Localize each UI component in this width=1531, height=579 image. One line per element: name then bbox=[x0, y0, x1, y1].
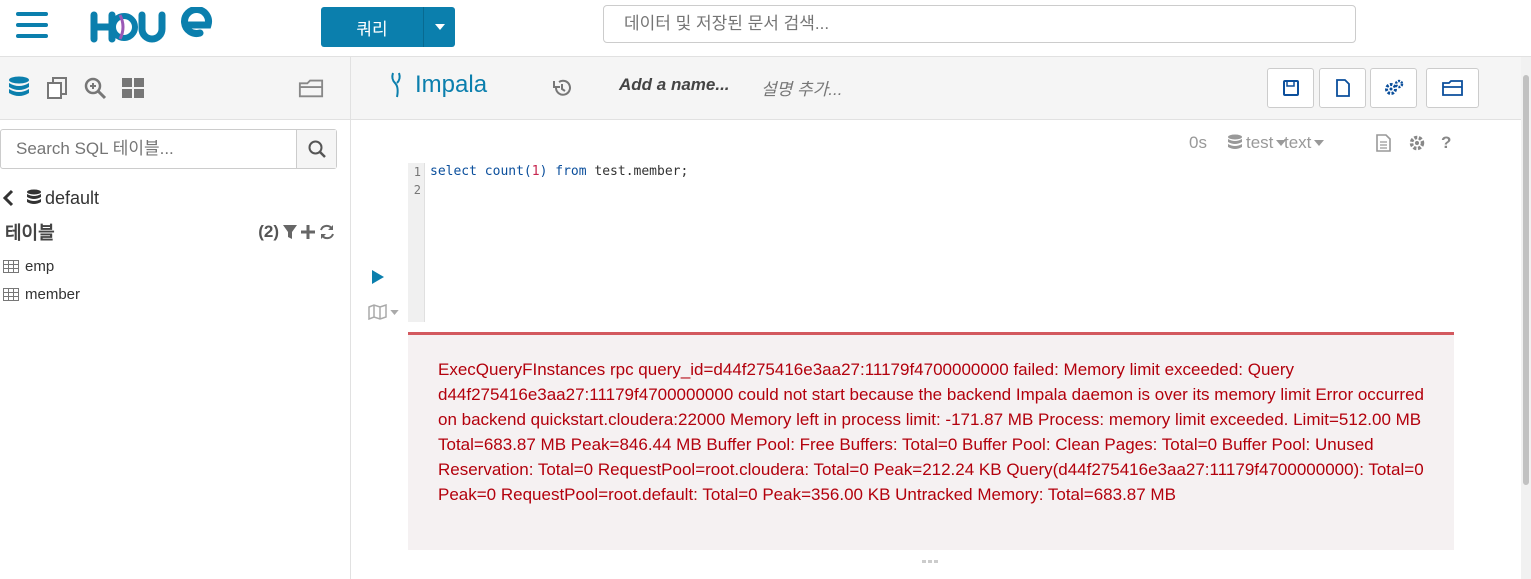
question-icon: ? bbox=[1441, 133, 1452, 152]
save-icon bbox=[1282, 80, 1299, 96]
sql-editor[interactable]: select count(1) from test.member; bbox=[430, 163, 688, 181]
gear-icon bbox=[1409, 135, 1425, 151]
database-icon[interactable] bbox=[6, 75, 32, 101]
sql-keyword: from bbox=[555, 164, 587, 179]
folder-open-icon bbox=[1441, 80, 1463, 96]
tables-count: (2) bbox=[258, 222, 279, 241]
sql-function: count( bbox=[484, 164, 532, 179]
chevron-left-icon[interactable] bbox=[2, 189, 16, 207]
settings-button[interactable] bbox=[1370, 68, 1417, 108]
search-zoom-icon[interactable] bbox=[82, 75, 108, 101]
line-number: 1 bbox=[413, 165, 421, 179]
database-name: default bbox=[45, 187, 100, 208]
top-navbar: 쿼리 bbox=[0, 0, 1531, 57]
table-item-member[interactable]: member bbox=[3, 283, 80, 305]
history-icon[interactable] bbox=[551, 77, 573, 99]
file-text-icon bbox=[1376, 134, 1391, 152]
query-properties-button[interactable] bbox=[1376, 132, 1391, 154]
sql-identifier: test.member; bbox=[594, 164, 689, 179]
snippet-settings-button[interactable] bbox=[1408, 132, 1426, 154]
engine-name: Impala bbox=[415, 71, 488, 98]
tables-header: 테이블 (2) bbox=[5, 219, 335, 245]
query-name-field[interactable]: Add a name... bbox=[619, 75, 730, 95]
folder-open-icon[interactable] bbox=[298, 75, 324, 101]
format-selector-value: text bbox=[1284, 133, 1312, 152]
editor-header: Impala Add a name... 설명 추가... bbox=[351, 57, 1521, 120]
query-button-label: 쿼리 bbox=[356, 19, 388, 39]
snippet-toolbar: 0s bbox=[1189, 132, 1207, 154]
database-breadcrumb[interactable]: default bbox=[0, 185, 99, 211]
left-assist-panel: default 테이블 (2) emp member bbox=[0, 57, 351, 579]
line-number: 2 bbox=[413, 183, 421, 197]
database-selector-value: test bbox=[1246, 133, 1274, 152]
table-icon bbox=[3, 287, 19, 301]
engine-title: Impala bbox=[387, 71, 487, 99]
database-selector[interactable]: test bbox=[1227, 132, 1287, 154]
database-small-icon bbox=[27, 189, 41, 204]
menu-hamburger-icon[interactable] bbox=[16, 12, 48, 40]
new-document-button[interactable] bbox=[1319, 68, 1366, 108]
add-icon[interactable] bbox=[301, 225, 315, 239]
scrollbar-thumb[interactable] bbox=[1523, 75, 1529, 485]
new-document-icon bbox=[1335, 79, 1350, 97]
explain-button[interactable] bbox=[368, 302, 402, 322]
resize-handle[interactable] bbox=[922, 560, 940, 566]
error-message-box: ExecQueryFInstances rpc query_id=d44f275… bbox=[408, 332, 1454, 550]
sql-search-input[interactable] bbox=[1, 130, 296, 168]
table-icon bbox=[3, 259, 19, 273]
documents-icon[interactable] bbox=[44, 75, 70, 101]
save-button[interactable] bbox=[1267, 68, 1314, 108]
sql-number: 1 bbox=[531, 164, 540, 179]
hue-logo[interactable] bbox=[90, 7, 215, 47]
refresh-icon[interactable] bbox=[319, 224, 335, 240]
map-icon bbox=[368, 304, 387, 320]
open-folder-button[interactable] bbox=[1426, 68, 1479, 108]
global-search-input[interactable] bbox=[603, 5, 1356, 43]
filter-icon[interactable] bbox=[283, 225, 297, 239]
query-description-field[interactable]: 설명 추가... bbox=[761, 75, 842, 100]
impala-icon bbox=[391, 72, 401, 98]
table-name: member bbox=[25, 285, 81, 303]
database-small-icon bbox=[1228, 134, 1242, 149]
search-icon[interactable] bbox=[296, 130, 336, 168]
query-dropdown-caret-icon[interactable] bbox=[423, 7, 455, 47]
sql-table-search bbox=[0, 129, 337, 169]
sql-keyword: select bbox=[430, 164, 477, 179]
gears-icon bbox=[1384, 79, 1403, 95]
table-item-emp[interactable]: emp bbox=[3, 255, 54, 277]
query-button[interactable]: 쿼리 bbox=[321, 7, 455, 47]
execution-duration: 0s bbox=[1189, 133, 1207, 152]
assist-icon-bar bbox=[0, 57, 350, 120]
line-number-gutter: 1 2 bbox=[408, 163, 425, 322]
format-selector[interactable]: text bbox=[1284, 132, 1325, 154]
caret-down-icon bbox=[390, 309, 399, 315]
error-message-text: ExecQueryFInstances rpc query_id=d44f275… bbox=[438, 360, 1424, 504]
caret-down-icon bbox=[1314, 140, 1325, 146]
tables-title: 테이블 bbox=[5, 223, 55, 243]
table-name: emp bbox=[25, 257, 55, 275]
play-icon[interactable] bbox=[371, 269, 385, 285]
dashboard-grid-icon[interactable] bbox=[120, 75, 146, 101]
code-line: select count(1) from test.member; bbox=[430, 163, 688, 181]
help-button[interactable]: ? bbox=[1441, 132, 1451, 154]
page-scrollbar[interactable] bbox=[1521, 57, 1531, 579]
sql-paren: ) bbox=[539, 164, 548, 179]
